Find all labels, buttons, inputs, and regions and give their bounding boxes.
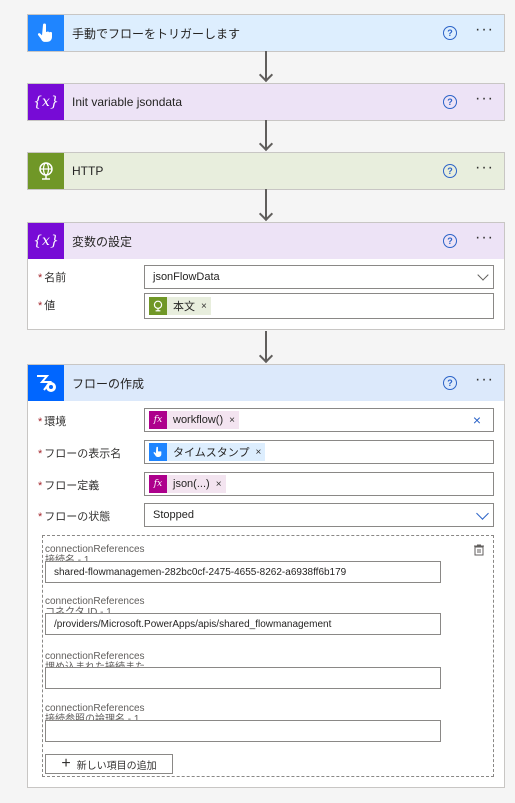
http-card[interactable]: HTTP ? ···	[27, 152, 505, 190]
help-icon[interactable]: ?	[443, 95, 458, 109]
more-options-icon[interactable]: ···	[475, 91, 494, 110]
display-name-label: * フローの表示名	[38, 448, 122, 460]
create-flow-card[interactable]: フローの作成 ? ··· * 環境 fx workflow() × × * フローの…	[27, 364, 505, 788]
more-options-icon[interactable]: ···	[475, 372, 494, 391]
init-variable-header[interactable]: {x} Init variable jsondata ? ···	[28, 84, 504, 120]
create-flow-header[interactable]: フローの作成 ? ···	[28, 365, 504, 401]
environment-field[interactable]: fx workflow() × ×	[144, 408, 494, 432]
globe-icon	[28, 153, 64, 189]
name-label: * 名前	[38, 272, 67, 284]
value-label: * 値	[38, 300, 56, 312]
plus-icon: +	[61, 755, 71, 772]
flow-management-icon	[28, 365, 64, 401]
init-variable-card[interactable]: {x} Init variable jsondata ? ···	[27, 83, 505, 121]
chevron-down-icon[interactable]	[476, 507, 489, 520]
json-token[interactable]: fx json(...) ×	[149, 475, 226, 493]
arrow-head-icon	[258, 206, 274, 222]
ref-input[interactable]: /providers/Microsoft.PowerApps/apis/shar…	[45, 613, 441, 635]
hand-touch-icon	[28, 15, 64, 51]
connection-references-section: connectionReferences 接続名 - 1 shared-flow…	[42, 535, 494, 777]
variable-icon: {x}	[28, 84, 64, 120]
help-icon[interactable]: ?	[443, 234, 458, 248]
set-variable-title: 変数の設定	[72, 234, 133, 249]
body-token[interactable]: 本文 ×	[149, 297, 211, 315]
arrow-head-icon	[258, 348, 274, 364]
create-flow-title: フローの作成	[72, 376, 145, 391]
arrow-head-icon	[258, 136, 274, 152]
http-header[interactable]: HTTP ? ···	[28, 153, 504, 189]
fx-icon: fx	[149, 411, 167, 429]
flow-state-label: * フローの状態	[38, 511, 111, 523]
body-token-label: 本文	[173, 301, 195, 313]
timestamp-token[interactable]: タイムスタンプ ×	[149, 443, 266, 461]
flow-definition-label: * フロー定義	[38, 480, 100, 492]
value-field[interactable]: 本文 ×	[144, 293, 494, 319]
init-variable-title: Init variable jsondata	[72, 95, 183, 109]
add-new-item-button[interactable]: + 新しい項目の追加	[45, 754, 173, 774]
trigger-card[interactable]: 手動でフローをトリガーします ? ···	[27, 14, 505, 52]
arrow-head-icon	[258, 67, 274, 83]
variable-icon-glyph: {x}	[33, 94, 59, 110]
ref-input[interactable]: shared-flowmanagemen-282bc0cf-2475-4655-…	[45, 561, 441, 583]
ref-input[interactable]	[45, 667, 441, 689]
name-dropdown[interactable]: jsonFlowData	[144, 265, 494, 289]
variable-icon-glyph: {x}	[33, 233, 59, 249]
json-token-label: json(...)	[173, 478, 210, 490]
delete-icon[interactable]	[473, 544, 485, 556]
http-title: HTTP	[72, 164, 104, 178]
set-variable-header[interactable]: {x} 変数の設定 ? ···	[28, 223, 504, 259]
chevron-down-icon[interactable]	[477, 269, 489, 281]
workflow-token-label: workflow()	[173, 414, 224, 426]
flow-state-value: Stopped	[153, 509, 194, 521]
fx-icon: fx	[149, 475, 167, 493]
help-icon[interactable]: ?	[443, 376, 458, 390]
help-icon[interactable]: ?	[443, 26, 458, 40]
environment-label: * 環境	[38, 416, 67, 428]
trigger-card-header[interactable]: 手動でフローをトリガーします ? ···	[28, 15, 504, 51]
workflow-token[interactable]: fx workflow() ×	[149, 411, 239, 429]
more-options-icon[interactable]: ···	[475, 22, 494, 41]
timestamp-token-label: タイムスタンプ	[173, 447, 250, 459]
flow-state-dropdown[interactable]: Stopped	[144, 503, 494, 527]
add-new-item-label: 新しい項目の追加	[76, 760, 157, 772]
token-remove-icon[interactable]: ×	[255, 447, 261, 458]
more-options-icon[interactable]: ···	[475, 160, 494, 179]
set-variable-card[interactable]: {x} 変数の設定 ? ··· * 名前 jsonFlowData * 値 本文 ×	[27, 222, 505, 330]
hand-touch-icon	[149, 443, 167, 461]
flow-definition-field[interactable]: fx json(...) ×	[144, 472, 494, 496]
ref-input[interactable]	[45, 720, 441, 742]
more-options-icon[interactable]: ···	[475, 230, 494, 249]
globe-icon	[149, 297, 167, 315]
name-value: jsonFlowData	[153, 271, 220, 283]
token-remove-icon[interactable]: ×	[216, 479, 222, 490]
token-remove-icon[interactable]: ×	[201, 301, 207, 312]
trigger-title: 手動でフローをトリガーします	[72, 26, 241, 41]
token-remove-icon[interactable]: ×	[229, 415, 235, 426]
display-name-field[interactable]: タイムスタンプ ×	[144, 440, 494, 464]
variable-icon: {x}	[28, 223, 64, 259]
clear-icon[interactable]: ×	[473, 412, 481, 428]
help-icon[interactable]: ?	[443, 164, 458, 178]
